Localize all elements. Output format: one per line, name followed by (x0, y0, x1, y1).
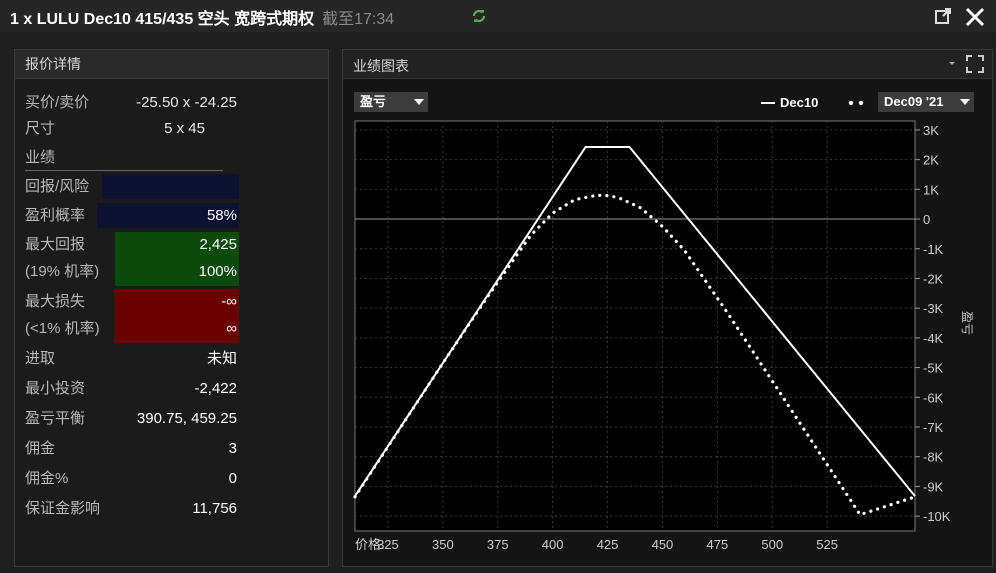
commission-pct-label: 佣金% (25, 470, 69, 487)
max-return-value: 2,425 (199, 236, 237, 253)
min-invest-row: 最小投资 -2,422 (25, 376, 239, 402)
max-return-label: 最大回报 (25, 236, 86, 253)
x-tick-label: 450 (652, 537, 674, 552)
bid-ask-label: 买价/卖价 (25, 94, 90, 111)
y-tick-label: -6K (923, 390, 944, 405)
y-tick-label: -2K (923, 271, 944, 286)
x-tick-label: 425 (597, 537, 619, 552)
refresh-icon[interactable] (470, 7, 488, 25)
bid-ask-value: -25.50 x -24.25 (136, 94, 237, 111)
max-return-prob-label: (19% 机率) (25, 263, 100, 280)
x-tick-label: 375 (487, 537, 509, 552)
y-tick-label: 2K (923, 153, 939, 168)
bid-ask-row: 买价/卖价 -25.50 x -24.25 (25, 90, 239, 116)
price-axis-label: 价格: (355, 537, 385, 552)
max-return-prob-row: (19% 机率) 100% (25, 259, 239, 285)
x-tick-label: 400 (542, 537, 564, 552)
chevron-down-icon[interactable] (947, 58, 957, 68)
y-tick-label: -1K (923, 242, 944, 257)
profit-prob-value: 58% (206, 207, 237, 224)
x-tick-label: 475 (707, 537, 729, 552)
y-tick-label: -9K (923, 479, 944, 494)
commission-label: 佣金 (25, 440, 56, 457)
size-label: 尺寸 (25, 120, 56, 137)
commission-pct-value: 0 (228, 470, 237, 487)
breakeven-label: 盈亏平衡 (25, 410, 86, 427)
profit-prob-label: 盈利概率 (25, 207, 86, 224)
expand-icon[interactable] (965, 54, 985, 74)
max-loss-prob-row: (<1% 机率) ∞ (25, 316, 239, 342)
x-tick-label: 500 (761, 537, 783, 552)
y-tick-label: 3K (923, 123, 939, 138)
pnl-chart: 3K2K1K0-1K-2K-3K-4K-5K-6K-7K-8K-9K-10K32… (353, 120, 974, 552)
min-invest-value: -2,422 (194, 380, 237, 397)
window-title-text: 1 x LULU Dec10 415/435 空头 宽跨式期权 (10, 11, 315, 28)
window-subtitle: 截至17:34 (322, 11, 395, 28)
max-loss-label: 最大损失 (25, 293, 86, 310)
y-tick-label: 0 (923, 212, 930, 227)
chart-panel-header: 业绩图表 (343, 50, 992, 79)
y-tick-label: -10K (923, 509, 951, 524)
y-tick-label: -4K (923, 331, 944, 346)
size-row: 尺寸 5 x 45 (25, 116, 239, 142)
max-return-pct: 100% (198, 263, 237, 280)
window-title: 1 x LULU Dec10 415/435 空头 宽跨式期权 截至17:34 (10, 5, 394, 29)
window-titlebar: 1 x LULU Dec10 415/435 空头 宽跨式期权 截至17:34 (0, 0, 996, 32)
quote-details-panel: 报价详情 买价/卖价 -25.50 x -24.25 尺寸 5 x 45 业绩 … (14, 49, 329, 567)
y-tick-label: -3K (923, 301, 944, 316)
size-value: 5 x 45 (164, 120, 205, 137)
x-tick-label: 350 (432, 537, 454, 552)
min-invest-label: 最小投资 (25, 380, 86, 397)
breakeven-value: 390.75, 459.25 (136, 410, 237, 427)
margin-value: 11,756 (192, 500, 237, 517)
margin-label: 保证金影响 (25, 500, 101, 517)
x-tick-label: 525 (816, 537, 838, 552)
performance-chart-panel: 业绩图表 盈亏 Dec10 Dec09 '21 3K 2K 1K 0 -1K -2K -3K… (342, 49, 993, 567)
aggressive-label: 进取 (25, 350, 56, 367)
profit-prob-row: 盈利概率 58% (25, 203, 239, 229)
close-icon[interactable] (964, 6, 986, 28)
commission-value: 3 (228, 440, 237, 457)
y-axis-label: 盈亏 (960, 311, 974, 335)
return-risk-row: 回报/风险 (25, 174, 239, 200)
y-tick-label: -7K (923, 420, 944, 435)
performance-section-label: 业绩 (25, 146, 223, 171)
commission-row: 佣金 3 (25, 436, 239, 462)
y-tick-label: -5K (923, 361, 944, 376)
max-return-row: 最大回报 2,425 (25, 232, 239, 258)
aggressive-row: 进取 未知 (25, 346, 239, 372)
commission-pct-row: 佣金% 0 (25, 466, 239, 492)
popout-icon[interactable] (934, 7, 952, 25)
max-loss-row: 最大损失 -∞ (25, 289, 239, 315)
max-loss-prob-label: (<1% 机率) (25, 320, 100, 337)
quote-details-header: 报价详情 (15, 50, 328, 79)
max-loss-pct: ∞ (226, 320, 237, 337)
y-tick-label: -8K (923, 450, 944, 465)
aggressive-value: 未知 (206, 350, 237, 367)
y-tick-label: 1K (923, 182, 939, 197)
chart-panel-title: 业绩图表 (353, 58, 409, 74)
margin-row: 保证金影响 11,756 (25, 496, 239, 522)
breakeven-row: 盈亏平衡 390.75, 459.25 (25, 406, 239, 432)
max-loss-value: -∞ (221, 293, 237, 310)
return-risk-label: 回报/风险 (25, 178, 90, 195)
